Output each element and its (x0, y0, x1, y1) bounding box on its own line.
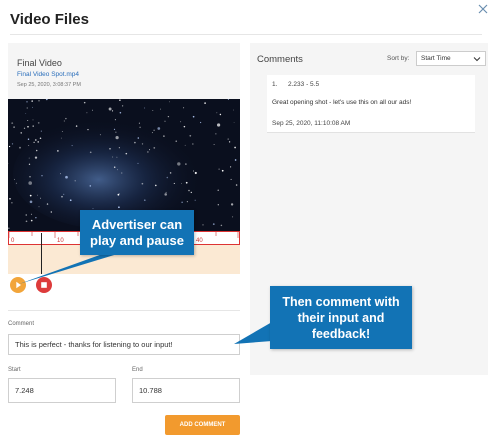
callout-play-pause: Advertiser can play and pause (80, 210, 194, 255)
callout-pointers (19, 252, 272, 344)
callout-comment: Then comment with their input and feedba… (270, 286, 412, 349)
callout-pointer (19, 252, 124, 284)
callout-pointer (234, 322, 272, 344)
